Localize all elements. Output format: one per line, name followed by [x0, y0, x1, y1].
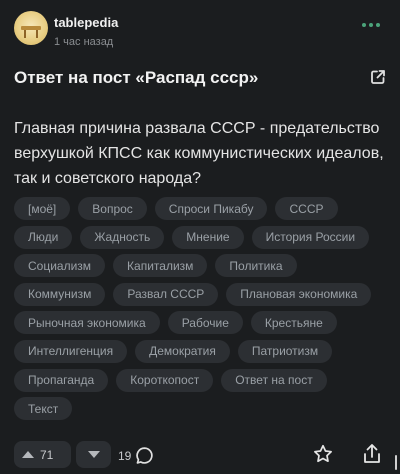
upvote-icon: [22, 451, 34, 458]
comments-button[interactable]: 19: [118, 446, 154, 465]
tag-chip[interactable]: Мнение: [172, 225, 244, 249]
more-icon[interactable]: [362, 23, 384, 31]
tag-chip[interactable]: Капитализм: [113, 254, 208, 278]
tag-chip[interactable]: Рыночная экономика: [14, 311, 160, 335]
tag-row: [моё] Вопрос Спроси Пикабу СССР: [14, 197, 394, 220]
post-header: tablepedia 1 час назад: [14, 11, 386, 51]
rating-count: 71: [40, 447, 54, 462]
tag-chip[interactable]: СССР: [275, 197, 338, 220]
tag-chip[interactable]: Жадность: [80, 225, 165, 249]
downvote-button[interactable]: [76, 441, 111, 468]
tag-row: Текст: [14, 397, 394, 421]
tag-chip[interactable]: Крестьяне: [250, 311, 337, 335]
tag-chip[interactable]: История России: [251, 225, 370, 249]
avatar[interactable]: [14, 11, 48, 45]
post-body: Главная причина развала СССР - предатель…: [14, 120, 384, 187]
tag-chip[interactable]: Плановая экономика: [226, 282, 372, 306]
tag-row: Интеллигенция Демократия Патриотизм: [14, 339, 394, 363]
tag-list: [моё] Вопрос Спроси Пикабу СССР Люди Жадность…: [14, 197, 394, 426]
downvote-icon: [87, 451, 100, 458]
star-icon[interactable]: [313, 444, 333, 464]
tag-chip[interactable]: Пропаганда: [14, 368, 109, 392]
tag-chip[interactable]: Текст: [14, 397, 73, 421]
post-time: 1 час назад: [54, 36, 114, 48]
comment-icon: [136, 447, 154, 464]
tag-chip[interactable]: Развал СССР: [113, 282, 219, 306]
post-footer: 71 19: [14, 441, 386, 469]
tag-chip[interactable]: Политика: [215, 254, 297, 278]
tag-chip[interactable]: Рабочие: [167, 311, 243, 335]
author-name[interactable]: tablepedia: [54, 15, 118, 30]
tag-row: Люди Жадность Мнение История России: [14, 225, 394, 249]
tag-row: Пропаганда Короткопост Ответ на пост: [14, 368, 394, 392]
comments-count: 19: [118, 448, 132, 463]
external-link-icon[interactable]: [370, 69, 386, 85]
avatar-table-leg: [36, 30, 38, 38]
tag-chip[interactable]: Демократия: [135, 339, 230, 363]
tag-chip[interactable]: Спроси Пикабу: [154, 197, 268, 220]
tag-chip[interactable]: Патриотизм: [237, 339, 333, 363]
tag-chip[interactable]: Короткопост: [116, 368, 214, 392]
tag-row: Социализм Капитализм Политика: [14, 254, 394, 278]
tag-chip[interactable]: Коммунизм: [14, 282, 106, 306]
tag-row: Коммунизм Развал СССР Плановая экономика: [14, 282, 394, 306]
tag-chip[interactable]: Ответ на пост: [221, 368, 327, 392]
tag-chip[interactable]: Вопрос: [78, 197, 147, 220]
tag-chip[interactable]: Люди: [14, 225, 73, 249]
post-title[interactable]: Ответ на пост «Распад ссср»: [14, 68, 258, 88]
scrollbar[interactable]: [395, 455, 397, 470]
tag-chip[interactable]: Интеллигенция: [14, 339, 128, 363]
tag-row: Рыночная экономика Рабочие Крестьяне: [14, 311, 394, 335]
tag-chip[interactable]: [моё]: [14, 197, 71, 220]
share-icon[interactable]: [361, 443, 383, 465]
upvote-button[interactable]: 71: [14, 441, 71, 468]
tag-chip[interactable]: Социализм: [14, 254, 106, 278]
avatar-table-leg: [24, 30, 26, 38]
